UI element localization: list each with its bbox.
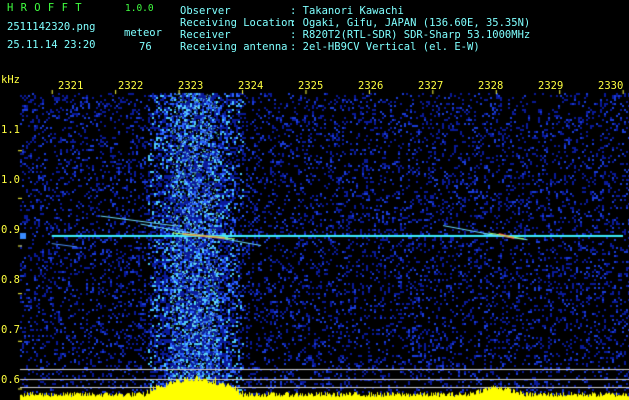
x-tick-label: 2330 <box>598 80 624 92</box>
receiver-label: Receiver <box>180 29 231 41</box>
x-tick-label: 2323 <box>178 80 204 92</box>
x-tick-label: 2325 <box>298 80 324 92</box>
x-tick-label: 2328 <box>478 80 504 92</box>
x-tick-label: 2324 <box>238 80 264 92</box>
antenna-value: : 2el-HB9CV Vertical (el. E-W) <box>290 41 480 53</box>
capture-timestamp: 25.11.14 23:20 <box>7 39 96 51</box>
antenna-label: Receiving antenna <box>180 41 288 53</box>
observer-label: Observer <box>180 5 231 17</box>
y-tick-label: 0.6 <box>1 374 20 386</box>
x-tick-label: 2326 <box>358 80 384 92</box>
spectrogram-canvas <box>0 0 629 400</box>
x-tick-label: 2322 <box>118 80 144 92</box>
app-version: 1.0.0 <box>125 3 154 14</box>
y-tick-label: 0.8 <box>1 274 20 286</box>
y-tick-label: 1.1 <box>1 124 20 136</box>
x-tick-label: 2329 <box>538 80 564 92</box>
location-label: Receiving Location <box>180 17 294 29</box>
observer-value: : Takanori Kawachi <box>290 5 404 17</box>
y-tick-label: 0.7 <box>1 324 20 336</box>
mode-label: meteor <box>124 27 162 39</box>
x-tick-label: 2327 <box>418 80 444 92</box>
x-tick-label: 2321 <box>58 80 84 92</box>
y-axis-unit: kHz <box>1 74 20 86</box>
y-tick-label: 0.9 <box>1 224 20 236</box>
receiver-value: : R820T2(RTL-SDR) SDR-Sharp 53.1000MHz <box>290 29 531 41</box>
file-name: 2511142320.png <box>7 21 96 33</box>
detection-count: 76 <box>139 41 152 53</box>
y-tick-label: 1.0 <box>1 174 20 186</box>
app-title: H R O F F T <box>7 2 83 14</box>
location-value: : Ogaki, Gifu, JAPAN (136.60E, 35.35N) <box>290 17 531 29</box>
